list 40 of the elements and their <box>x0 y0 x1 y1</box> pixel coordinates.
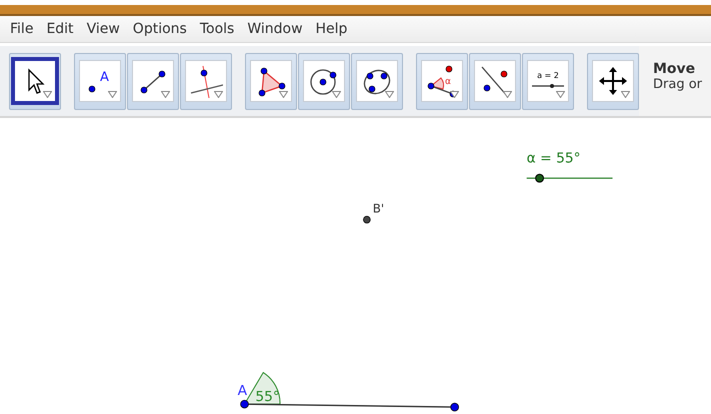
tool-button[interactable]: α <box>416 52 468 110</box>
tool-button[interactable]: A <box>74 52 126 110</box>
point-label: A <box>238 383 248 400</box>
menu-item[interactable]: File <box>10 21 40 37</box>
menu-item[interactable]: Tools <box>200 21 242 37</box>
tool-help-text: Drag or <box>653 76 704 92</box>
tool-button[interactable] <box>245 52 297 110</box>
dropdown-triangle-icon <box>108 91 117 98</box>
angle-label: 55° <box>255 389 280 406</box>
dropdown-triangle-icon <box>503 91 512 98</box>
menu-item[interactable]: Help <box>316 21 354 37</box>
dropdown-triangle-icon <box>43 91 52 98</box>
dropdown-triangle-icon <box>621 91 630 98</box>
tool-button[interactable] <box>351 52 403 110</box>
point[interactable] <box>450 402 459 412</box>
slider-thumb[interactable] <box>535 174 544 183</box>
tool-button[interactable] <box>127 52 179 110</box>
tool-name: Move <box>653 60 696 76</box>
dropdown-triangle-icon <box>214 91 223 98</box>
point[interactable] <box>363 216 371 224</box>
dropdown-triangle-icon <box>332 91 341 98</box>
dropdown-triangle-icon <box>385 91 394 98</box>
dropdown-triangle-icon <box>450 91 459 98</box>
tool-button[interactable] <box>180 52 232 110</box>
perpendicular-line-icon <box>189 64 223 98</box>
menu-item[interactable]: Options <box>132 21 194 37</box>
dropdown-triangle-icon <box>556 91 565 98</box>
tool-button[interactable] <box>469 52 521 110</box>
point-label: B' <box>372 202 384 216</box>
dropdown-triangle-icon <box>279 91 288 98</box>
dropdown-triangle-icon <box>161 91 170 98</box>
slider-label: α = 55° <box>526 150 581 166</box>
point[interactable] <box>240 400 249 408</box>
menu-item[interactable]: View <box>86 21 127 37</box>
tool-button[interactable] <box>9 52 61 110</box>
menu-item[interactable]: Edit <box>46 21 81 37</box>
tool-button[interactable] <box>587 52 639 110</box>
tool-button[interactable]: a = 2 <box>522 52 574 110</box>
menu-item[interactable]: Window <box>247 21 310 37</box>
tool-button[interactable] <box>298 52 350 110</box>
